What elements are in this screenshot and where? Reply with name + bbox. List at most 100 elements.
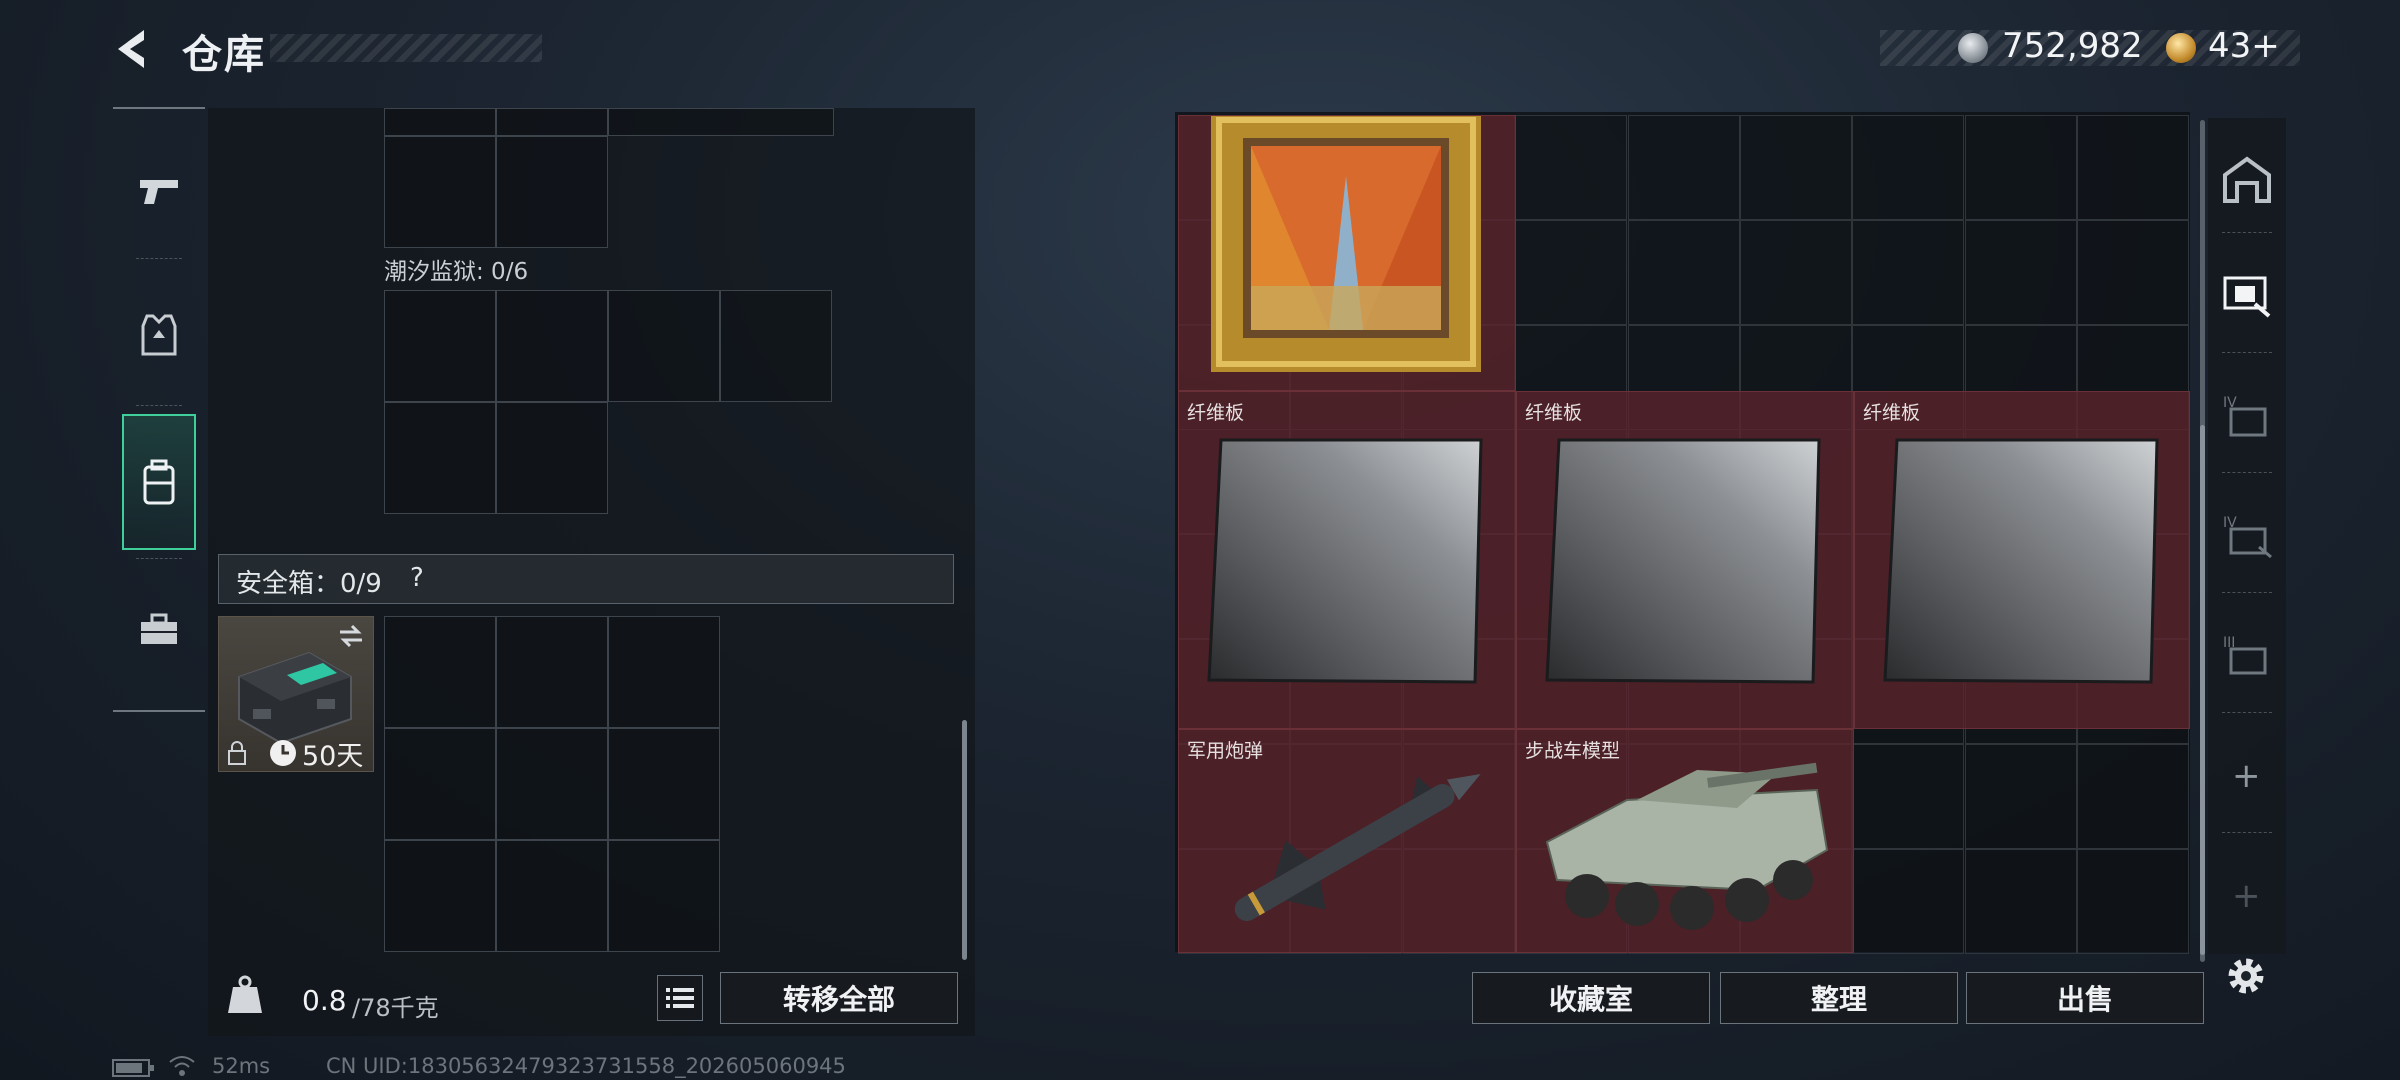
prison-slot[interactable]: [608, 290, 720, 402]
safebox-slot[interactable]: [384, 616, 496, 728]
stash-item-painting[interactable]: [1178, 115, 1516, 391]
rail-bottom-divider: [113, 710, 205, 712]
transfer-all-button[interactable]: 转移全部: [720, 972, 958, 1024]
stash-slot[interactable]: [1740, 219, 1852, 325]
stash-slot[interactable]: [1852, 219, 1965, 325]
collectible-tab-icon: [2223, 276, 2271, 318]
rail-divider: [2222, 592, 2272, 594]
carbon-panel-image: [1883, 438, 2159, 684]
case-days-remaining: 50天: [302, 741, 364, 772]
container-slot[interactable]: [496, 108, 608, 136]
clock-icon: [270, 740, 296, 766]
stash-slot[interactable]: [2077, 115, 2190, 220]
stash-slot[interactable]: [1964, 848, 2077, 954]
rail-tab-backpack[interactable]: [122, 414, 196, 550]
settings-gear-icon[interactable]: [2220, 950, 2272, 1002]
prison-slot[interactable]: [720, 290, 832, 402]
prison-slot[interactable]: [496, 290, 608, 402]
sort-button[interactable]: 整理: [1720, 972, 1958, 1024]
backpack-icon: [143, 459, 175, 505]
list-icon: [666, 988, 694, 1008]
rail-tab-weapons[interactable]: [122, 125, 196, 255]
bond-coin-icon: [2166, 33, 2196, 63]
item-label: 纤维板: [1863, 402, 1921, 424]
rail-divider: [136, 405, 182, 407]
swap-icon[interactable]: [336, 622, 366, 650]
stash-slot[interactable]: [1515, 219, 1628, 325]
weight-current: 0.8: [302, 984, 347, 1017]
safebox-label: 安全箱：0/9: [236, 569, 382, 599]
currency-main-value: 752,982: [2002, 26, 2143, 66]
title-decoration: [270, 34, 542, 62]
stash-item-shell[interactable]: 军用炮弹: [1178, 729, 1516, 953]
stash-tab-1[interactable]: [2216, 264, 2278, 326]
safebox-slot[interactable]: [608, 616, 720, 728]
safebox-slot[interactable]: [384, 840, 496, 952]
stash-tab-4a[interactable]: IV: [2216, 385, 2278, 447]
lock-icon: [228, 741, 246, 765]
item-label: 步战车模型: [1525, 740, 1621, 762]
rail-divider: [136, 558, 182, 560]
stash-slot[interactable]: [2077, 848, 2190, 954]
stash-slot[interactable]: [2077, 219, 2190, 325]
stash-scroll-thumb[interactable]: [2200, 425, 2205, 955]
rail-divider: [2222, 352, 2272, 354]
player-uid: CN UID:1830563247932373​1558_20260506094…: [326, 1054, 846, 1078]
stash-item-fiberboard[interactable]: 纤维板: [1516, 391, 1854, 729]
safebox-slot[interactable]: [608, 840, 720, 952]
container-slot[interactable]: [496, 136, 608, 248]
warehouse-icon: [2223, 156, 2271, 203]
stash-slot[interactable]: [1852, 848, 1965, 954]
stash-slot[interactable]: [1852, 115, 1965, 220]
stash-tab-4b[interactable]: IV: [2216, 505, 2278, 567]
prison-slot[interactable]: [384, 290, 496, 402]
stash-slot[interactable]: [1964, 743, 2077, 849]
prison-slot[interactable]: [384, 402, 496, 514]
stash-slot[interactable]: [2077, 743, 2190, 849]
rail-tab-toolbox[interactable]: [122, 565, 196, 695]
stash-slot[interactable]: [1515, 115, 1628, 220]
rail-divider: [2222, 832, 2272, 834]
add-stash-tab-button[interactable]: +: [2232, 756, 2261, 796]
stash-tab-3[interactable]: III: [2216, 625, 2278, 687]
container-slot[interactable]: [608, 108, 834, 136]
rail-tab-gear[interactable]: [122, 270, 196, 400]
safebox-slot[interactable]: [384, 728, 496, 840]
stash-item-ifv-model[interactable]: 步战车模型: [1516, 729, 1854, 953]
weight-max: /78千克: [352, 994, 439, 1022]
sell-button[interactable]: 出售: [1966, 972, 2204, 1024]
battery-icon: [112, 1059, 154, 1077]
rail-divider: [2222, 472, 2272, 474]
container-slot[interactable]: [384, 108, 496, 136]
rail-divider: [136, 258, 182, 260]
loadout-scrollbar[interactable]: [962, 720, 967, 960]
safebox-slot[interactable]: [496, 728, 608, 840]
stash-slot[interactable]: [1964, 115, 2077, 220]
safebox-slot[interactable]: [496, 616, 608, 728]
stash-slot[interactable]: [1627, 219, 1740, 325]
prison-slot[interactable]: [496, 402, 608, 514]
rail-divider: [2222, 232, 2272, 234]
safebox-help-button[interactable]: ?: [410, 563, 424, 593]
container-slot[interactable]: [384, 136, 496, 248]
stash-slot[interactable]: [1627, 115, 1740, 220]
stash-item-fiberboard[interactable]: 纤维板: [1178, 391, 1516, 729]
stash-tab-iv-icon: IV: [2223, 395, 2267, 437]
havoc-coin-icon: [1958, 33, 1988, 63]
back-arrow-icon[interactable]: [108, 24, 158, 74]
stash-tab-all[interactable]: [2216, 148, 2278, 210]
ping-value: 52ms: [212, 1054, 271, 1078]
missile-image: [1234, 774, 1481, 921]
rail-top-divider: [113, 107, 205, 109]
stash-slot[interactable]: [1852, 743, 1965, 849]
safebox-slot[interactable]: [496, 840, 608, 952]
safebox-slot[interactable]: [608, 728, 720, 840]
stash-item-fiberboard[interactable]: 纤维板: [1854, 391, 2190, 729]
list-view-button[interactable]: [657, 975, 703, 1021]
stash-tab-iv-icon: IV: [2223, 515, 2272, 559]
currency-bonds-value[interactable]: 43+: [2208, 26, 2280, 66]
ifv-model-image: [1545, 762, 1829, 930]
stash-slot[interactable]: [1964, 219, 2077, 325]
stash-slot[interactable]: [1740, 115, 1852, 220]
collection-room-button[interactable]: 收藏室: [1472, 972, 1710, 1024]
